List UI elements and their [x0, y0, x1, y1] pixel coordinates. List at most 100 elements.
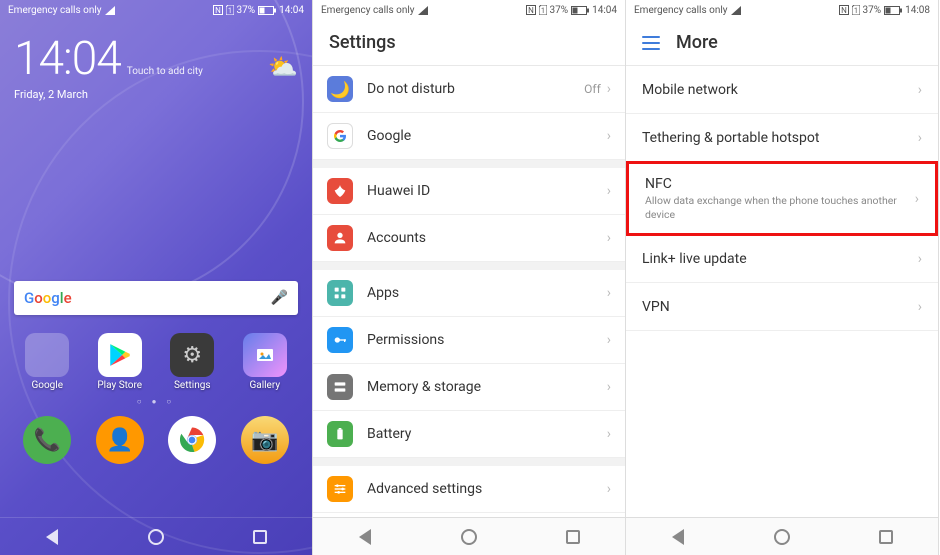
recents-button[interactable]: [250, 527, 270, 547]
weather-icon[interactable]: ⛅: [268, 53, 298, 81]
svg-text:N: N: [841, 6, 847, 15]
chevron-right-icon: ›: [918, 130, 922, 146]
row-accounts[interactable]: Accounts ›: [313, 215, 625, 262]
carrier-text: Emergency calls only: [8, 5, 102, 16]
svg-text:N: N: [528, 6, 534, 15]
status-bar: Emergency calls only N 1 37% 14:04: [313, 0, 625, 20]
row-mobile-network[interactable]: Mobile network ›: [626, 66, 938, 114]
row-label: Accounts: [367, 230, 607, 246]
add-city-link[interactable]: Touch to add city: [127, 66, 203, 77]
row-label: Huawei ID: [367, 183, 607, 199]
home-button[interactable]: [772, 527, 792, 547]
dock-chrome[interactable]: [159, 416, 226, 464]
sim-icon: 1: [226, 5, 234, 15]
chevron-right-icon: ›: [607, 128, 611, 144]
row-apps[interactable]: Apps ›: [313, 270, 625, 317]
battery-icon: [884, 6, 902, 15]
status-bar: Emergency calls only N 1 37% 14:08: [626, 0, 938, 20]
row-label: Mobile network: [642, 82, 918, 98]
google-search-bar[interactable]: Google 🎤: [14, 281, 298, 315]
settings-list: 🌙 Do not disturb Off › Google › Huawei I…: [313, 66, 625, 517]
key-icon: [327, 327, 353, 353]
google-logo: Google: [24, 289, 72, 307]
chevron-right-icon: ›: [918, 251, 922, 267]
section-separator: [313, 458, 625, 466]
nav-bar: [313, 517, 625, 555]
sim-icon: 1: [539, 5, 547, 15]
row-label: Battery: [367, 426, 607, 442]
app-gallery[interactable]: Gallery: [232, 333, 299, 391]
header: More: [626, 20, 938, 66]
carrier-text: Emergency calls only: [321, 5, 415, 16]
row-label: Apps: [367, 285, 607, 301]
settings-screen: Emergency calls only N 1 37% 14:04 Setti…: [313, 0, 626, 555]
back-button[interactable]: [668, 527, 688, 547]
row-label: Permissions: [367, 332, 607, 348]
menu-icon[interactable]: [642, 36, 660, 50]
row-advanced-settings[interactable]: Advanced settings ›: [313, 466, 625, 513]
svg-text:1: 1: [541, 7, 545, 15]
row-google[interactable]: Google ›: [313, 113, 625, 160]
clock-text: 14:04: [279, 5, 304, 16]
nav-bar: [626, 517, 938, 555]
chevron-right-icon: ›: [607, 481, 611, 497]
row-tethering[interactable]: Tethering & portable hotspot ›: [626, 114, 938, 162]
row-label: NFC: [645, 176, 915, 192]
home-button[interactable]: [459, 527, 479, 547]
row-vpn[interactable]: VPN ›: [626, 283, 938, 331]
nfc-icon: N: [526, 5, 536, 15]
chevron-right-icon: ›: [607, 379, 611, 395]
battery-pct: 37%: [237, 5, 256, 16]
section-separator: [313, 160, 625, 168]
row-label: VPN: [642, 299, 918, 315]
battery-pct: 37%: [863, 5, 882, 16]
app-google-folder[interactable]: Google: [14, 333, 81, 391]
recents-button[interactable]: [563, 527, 583, 547]
more-screen: Emergency calls only N 1 37% 14:08 More …: [626, 0, 939, 555]
app-settings[interactable]: ⚙ Settings: [159, 333, 226, 391]
app-play-store[interactable]: Play Store: [87, 333, 154, 391]
back-button[interactable]: [42, 527, 62, 547]
storage-icon: [327, 374, 353, 400]
row-label: Google: [367, 128, 607, 144]
row-do-not-disturb[interactable]: 🌙 Do not disturb Off ›: [313, 66, 625, 113]
nav-bar: [0, 517, 312, 555]
row-permissions[interactable]: Permissions ›: [313, 317, 625, 364]
chevron-right-icon: ›: [607, 230, 611, 246]
voice-mic-icon[interactable]: 🎤: [271, 290, 288, 306]
chevron-right-icon: ›: [607, 285, 611, 301]
person-icon: [327, 225, 353, 251]
recents-button[interactable]: [876, 527, 896, 547]
row-nfc[interactable]: NFC Allow data exchange when the phone t…: [626, 161, 938, 236]
page-title: More: [676, 32, 718, 53]
chevron-right-icon: ›: [607, 81, 611, 97]
nfc-icon: N: [213, 5, 223, 15]
row-value: Off: [584, 82, 601, 96]
row-subtitle: Allow data exchange when the phone touch…: [645, 194, 915, 221]
carrier-text: Emergency calls only: [634, 5, 728, 16]
row-battery[interactable]: Battery ›: [313, 411, 625, 458]
app-label: Google: [31, 380, 63, 391]
home-screen: Emergency calls only N 1 37% 14:04 14:04…: [0, 0, 313, 555]
row-label: Do not disturb: [367, 81, 584, 97]
moon-icon: 🌙: [327, 76, 353, 102]
battery-pct: 37%: [550, 5, 569, 16]
back-button[interactable]: [355, 527, 375, 547]
nfc-icon: N: [839, 5, 849, 15]
dock-camera[interactable]: 📷: [232, 416, 299, 464]
row-link-plus[interactable]: Link+ live update ›: [626, 235, 938, 283]
chevron-right-icon: ›: [607, 332, 611, 348]
svg-text:N: N: [215, 6, 221, 15]
row-huawei-id[interactable]: Huawei ID ›: [313, 168, 625, 215]
app-label: Gallery: [249, 380, 280, 391]
app-label: Settings: [174, 380, 211, 391]
home-button[interactable]: [146, 527, 166, 547]
chevron-right-icon: ›: [915, 191, 919, 207]
row-memory-storage[interactable]: Memory & storage ›: [313, 364, 625, 411]
apps-grid-icon: [327, 280, 353, 306]
dock-phone[interactable]: 📞: [14, 416, 81, 464]
sliders-icon: [327, 476, 353, 502]
clock-text: 14:08: [905, 5, 930, 16]
sim-icon: 1: [852, 5, 860, 15]
dock-contacts[interactable]: 👤: [87, 416, 154, 464]
